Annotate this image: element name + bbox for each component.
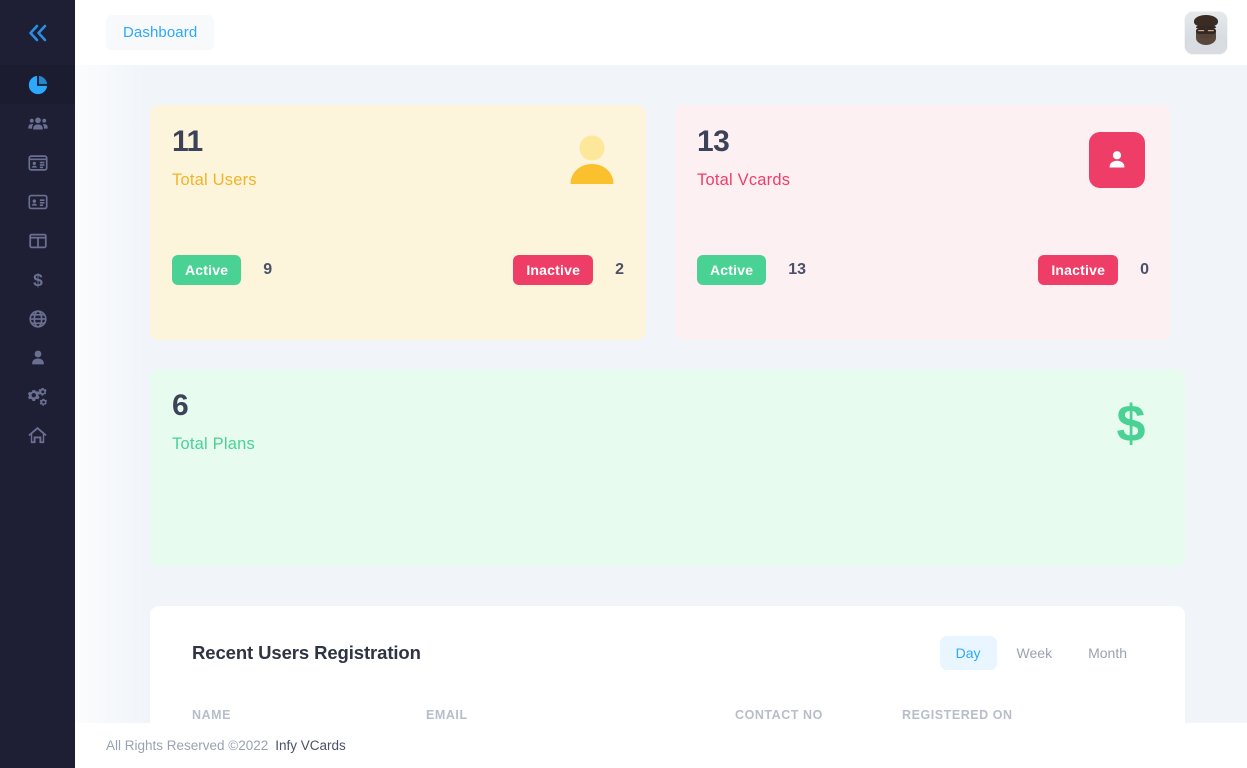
- content-container: 11 Total Users Active 9: [75, 105, 1247, 766]
- column-header-registered-on: REGISTERED ON: [902, 708, 1102, 722]
- sidebar-item-vcard-templates[interactable]: [0, 182, 75, 221]
- stat-card-total-vcards: 13 Total Vcards: [675, 105, 1171, 340]
- dashboard-app: $: [0, 0, 1247, 768]
- inactive-count: 0: [1140, 261, 1149, 279]
- svg-text:$: $: [33, 269, 43, 289]
- page-content: 11 Total Users Active 9: [75, 65, 1247, 768]
- inactive-group: Inactive 0: [1038, 255, 1149, 285]
- inactive-count: 2: [615, 261, 624, 279]
- sidebar-item-vcards[interactable]: [0, 143, 75, 182]
- home-icon: [26, 424, 49, 447]
- pie-chart-icon: [27, 74, 49, 96]
- total-users-count: 11: [172, 127, 621, 157]
- page-title: Recent Users Registration: [192, 642, 421, 664]
- sidebar-item-languages[interactable]: [0, 299, 75, 338]
- dollar-sign-icon: $: [1102, 395, 1160, 453]
- gears-icon: [26, 385, 49, 408]
- person-avatar-icon: [563, 131, 621, 189]
- total-vcards-count: 13: [697, 127, 1146, 157]
- sidebar-item-dashboard[interactable]: [0, 65, 75, 104]
- active-group: Active 13: [697, 255, 806, 285]
- stat-cards-row: 11 Total Users Active 9: [150, 105, 1185, 340]
- footer-rights: All Rights Reserved ©2022: [106, 738, 268, 753]
- sidebar: $: [0, 0, 75, 768]
- user-icon: [27, 347, 49, 369]
- total-vcards-label: Total Vcards: [697, 171, 1146, 190]
- column-header-contact-no: CONTACT NO: [735, 708, 902, 722]
- sidebar-collapse-toggle[interactable]: [0, 0, 75, 65]
- tab-day[interactable]: Day: [940, 636, 997, 670]
- tab-week[interactable]: Week: [1001, 636, 1069, 670]
- active-count: 9: [263, 261, 272, 279]
- tab-month[interactable]: Month: [1072, 636, 1143, 670]
- active-badge[interactable]: Active: [172, 255, 241, 285]
- columns-layout-icon: [27, 230, 49, 252]
- avatar[interactable]: [1185, 12, 1227, 54]
- top-header: Dashboard: [75, 0, 1247, 65]
- footer: All Rights Reserved ©2022 Infy VCards: [75, 723, 1247, 768]
- column-header-email: EMAIL: [426, 708, 735, 722]
- main-area: Dashboard 11 Total Users: [75, 0, 1247, 768]
- stat-card-total-plans: 6 Total Plans $: [150, 369, 1185, 567]
- dollar-sign-icon: $: [27, 269, 49, 291]
- stat-card-total-users: 11 Total Users Active 9: [150, 105, 646, 340]
- breadcrumb-dashboard[interactable]: Dashboard: [106, 15, 214, 50]
- total-users-label: Total Users: [172, 171, 621, 190]
- contact-card-icon: [1089, 132, 1145, 188]
- sidebar-item-plans[interactable]: $: [0, 260, 75, 299]
- sidebar-item-profile[interactable]: [0, 338, 75, 377]
- active-badge[interactable]: Active: [697, 255, 766, 285]
- sidebar-item-users[interactable]: [0, 104, 75, 143]
- footer-brand: Infy VCards: [275, 738, 346, 753]
- globe-icon: [27, 308, 49, 330]
- id-card-icon: [27, 152, 49, 174]
- contact-card-icon: [27, 191, 49, 213]
- sidebar-item-layouts[interactable]: [0, 221, 75, 260]
- panel-header: Recent Users Registration Day Week Month: [192, 636, 1143, 670]
- dollar-glyph: $: [1117, 398, 1146, 450]
- total-plans-label: Total Plans: [172, 435, 1160, 454]
- inactive-group: Inactive 2: [513, 255, 624, 285]
- total-vcards-badges: Active 13 Inactive 0: [697, 255, 1149, 285]
- active-count: 13: [788, 261, 806, 279]
- users-group-icon: [27, 113, 49, 135]
- chevron-double-left-icon: [25, 22, 51, 44]
- total-plans-count: 6: [172, 391, 1160, 421]
- sidebar-item-home[interactable]: [0, 416, 75, 455]
- inactive-badge[interactable]: Inactive: [513, 255, 593, 285]
- sidebar-item-settings[interactable]: [0, 377, 75, 416]
- table-header-row: NAME EMAIL CONTACT NO REGISTERED ON: [192, 708, 1143, 722]
- sidebar-nav: $: [0, 65, 75, 455]
- total-users-badges: Active 9 Inactive 2: [172, 255, 624, 285]
- inactive-badge[interactable]: Inactive: [1038, 255, 1118, 285]
- avatar-glasses: [1196, 26, 1216, 30]
- active-group: Active 9: [172, 255, 272, 285]
- column-header-name: NAME: [192, 708, 426, 722]
- period-tabs: Day Week Month: [940, 636, 1143, 670]
- vcards-icon-wrap: [1088, 131, 1146, 189]
